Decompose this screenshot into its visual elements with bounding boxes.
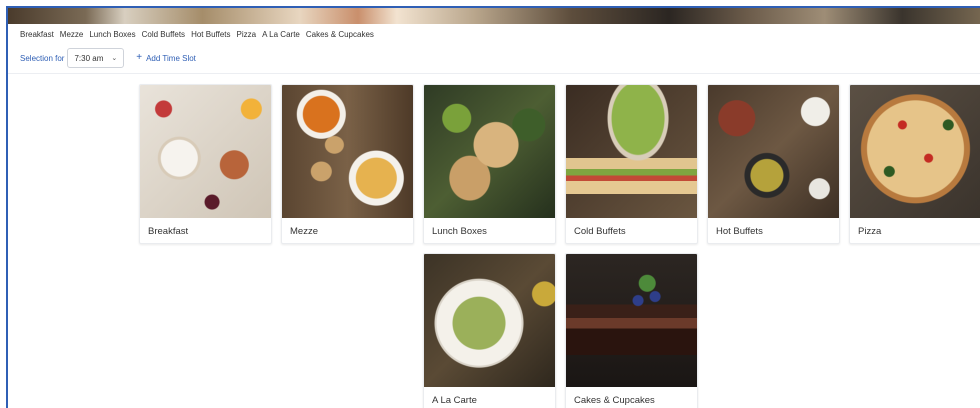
nav-item-mezze[interactable]: Mezze (60, 30, 84, 39)
mezze-image (282, 85, 413, 218)
card-label: Lunch Boxes (432, 226, 487, 237)
category-card-mezze[interactable]: Mezze (281, 84, 414, 244)
nav-item-cakes-cupcakes[interactable]: Cakes & Cupcakes (306, 30, 374, 39)
nav-item-breakfast[interactable]: Breakfast (20, 30, 54, 39)
a-la-carte-image (424, 254, 555, 387)
cold-buffets-image (566, 85, 697, 218)
nav-item-pizza[interactable]: Pizza (237, 30, 257, 39)
breakfast-image (140, 85, 271, 218)
category-card-grid: Breakfast Mezze Lunch Boxes Cold Buffets… (139, 84, 980, 408)
category-card-cakes-cupcakes[interactable]: Cakes & Cupcakes (565, 253, 698, 408)
category-nav: Breakfast Mezze Lunch Boxes Cold Buffets… (20, 30, 374, 39)
nav-item-a-la-carte[interactable]: A La Carte (262, 30, 300, 39)
card-label: Pizza (858, 226, 882, 237)
card-label: A La Carte (432, 395, 477, 406)
category-card-breakfast[interactable]: Breakfast (139, 84, 272, 244)
chevron-down-icon: ⌄ (111, 55, 118, 62)
app-frame: Breakfast Mezze Lunch Boxes Cold Buffets… (6, 6, 980, 408)
plus-icon: + (136, 52, 143, 63)
time-selection-row: Selection for 7:30 am ⌄ + Add Time Slot (20, 48, 196, 68)
card-label: Breakfast (148, 226, 189, 237)
lunch-boxes-image (424, 85, 555, 218)
add-time-slot-button[interactable]: + Add Time Slot (136, 52, 196, 63)
header-banner-image (8, 8, 980, 24)
category-card-pizza[interactable]: Pizza (849, 84, 980, 244)
header-divider (8, 73, 980, 74)
card-label: Mezze (290, 226, 318, 237)
cakes-cupcakes-image (566, 254, 697, 387)
selection-label: Selection for (20, 53, 65, 63)
category-card-lunch-boxes[interactable]: Lunch Boxes (423, 84, 556, 244)
category-card-a-la-carte[interactable]: A La Carte (423, 253, 556, 408)
category-card-cold-buffets[interactable]: Cold Buffets (565, 84, 698, 244)
hot-buffets-image (708, 85, 839, 218)
category-card-hot-buffets[interactable]: Hot Buffets (707, 84, 840, 244)
card-label: Cakes & Cupcakes (574, 395, 655, 406)
nav-item-hot-buffets[interactable]: Hot Buffets (191, 30, 230, 39)
add-time-slot-label: Add Time Slot (146, 53, 196, 63)
nav-item-cold-buffets[interactable]: Cold Buffets (142, 30, 185, 39)
card-label: Hot Buffets (716, 226, 763, 237)
nav-item-lunch-boxes[interactable]: Lunch Boxes (89, 30, 135, 39)
time-select-value: 7:30 am (74, 53, 104, 63)
time-select[interactable]: 7:30 am ⌄ (67, 48, 125, 68)
pizza-image (850, 85, 980, 218)
card-label: Cold Buffets (574, 226, 626, 237)
